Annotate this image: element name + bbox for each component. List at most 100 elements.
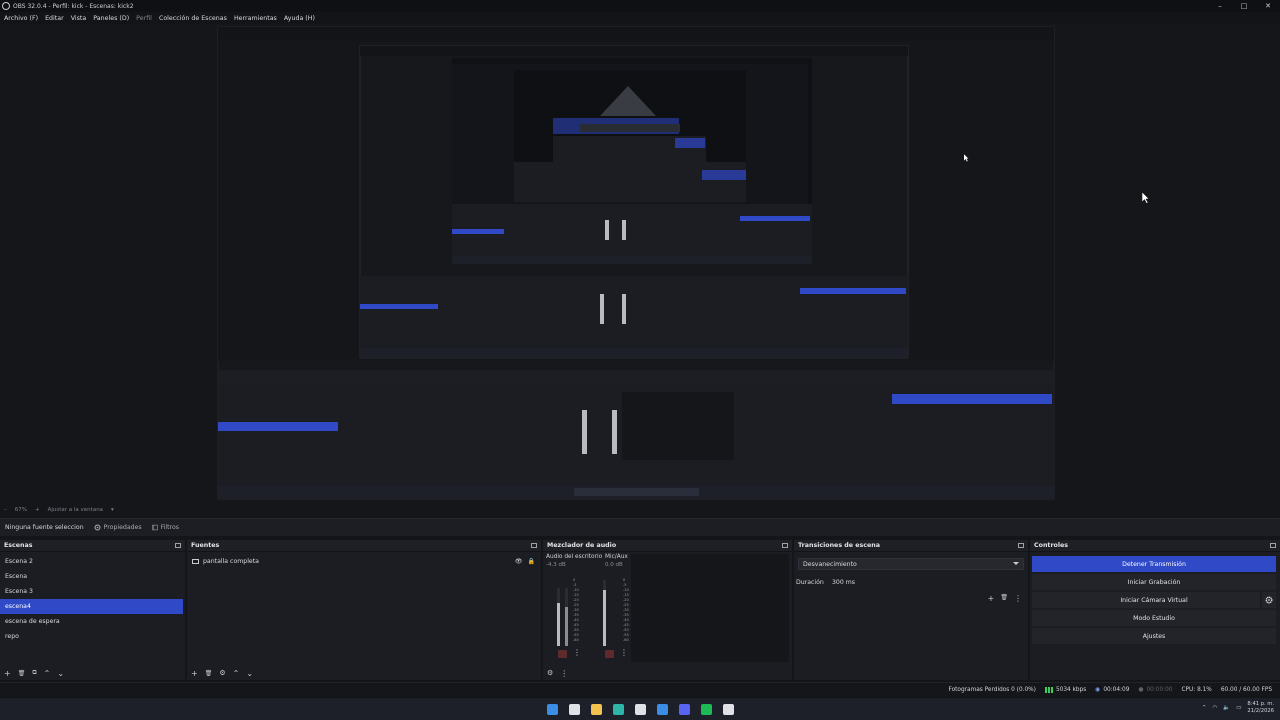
advanced-audio-button[interactable]: ⚙ [547,669,553,677]
wifi-icon[interactable]: ◠ [1213,705,1218,711]
fit-window-dropdown[interactable]: Ajustar a la ventana [48,507,103,513]
mute-mic-icon[interactable] [605,650,614,658]
source-item[interactable]: pantalla completa 👁 🔒 [187,554,541,569]
store-icon[interactable] [632,701,648,717]
remove-transition-button[interactable]: 🗑 [1000,594,1008,603]
taskbar-clock[interactable]: 8:41 p. m. 21/2/2026 [1247,701,1274,715]
stop-streaming-button[interactable]: Detener Transmisión [1032,556,1276,572]
spotify-icon[interactable] [698,701,714,717]
menu-docks[interactable]: Paneles (D) [93,15,129,22]
lock-icon[interactable]: 🔒 [528,558,535,565]
mixer-title: Mezclador de audio [547,542,617,549]
preview-canvas[interactable] [0,24,1280,504]
transition-menu-button[interactable]: ⋮ [1014,594,1022,603]
mixer-menu-button[interactable]: ⋮ [560,669,568,678]
channel-name: Audio del escritorio [546,554,603,560]
add-source-button[interactable]: + [191,669,198,678]
menu-scene-collection[interactable]: Colección de Escenas [159,15,227,22]
settings-button[interactable]: Ajustes [1032,628,1276,644]
scene-item[interactable]: escena de espera [0,614,185,629]
mail-icon[interactable] [654,701,670,717]
monitor-icon [192,559,199,564]
move-down-button[interactable]: ⌄ [57,669,64,678]
duration-spinbox[interactable]: 300 ms [830,576,1024,588]
menu-view[interactable]: Vista [71,15,87,22]
undock-icon[interactable] [1270,543,1276,548]
db-tick-label: -60 [623,638,629,642]
chevron-down-icon [1013,562,1019,565]
scene-item[interactable]: Escena 3 [0,584,185,599]
chevron-down-icon[interactable]: ▾ [111,507,114,513]
battery-icon[interactable]: ▭ [1236,705,1241,711]
obs-icon[interactable] [720,701,736,717]
channel-menu-icon[interactable]: ⋮ [573,648,581,657]
zoom-level: 67% [14,507,27,513]
controls-dock: Controles Detener Transmisión Iniciar Gr… [1030,540,1280,680]
source-properties-button[interactable]: ⚙ [219,669,225,677]
scene-item[interactable]: Escena [0,569,185,584]
studio-mode-button[interactable]: Modo Estudio [1032,610,1276,626]
start-virtual-camera-button[interactable]: Iniciar Cámara Virtual [1120,597,1187,604]
maximize-button[interactable]: □ [1232,0,1256,12]
minimize-button[interactable]: – [1208,0,1232,12]
scene-item-selected[interactable]: escena4 [0,599,183,614]
discord-glyph [678,703,690,715]
title-bar: OBS 32.0.4 - Perfil: kick - Escenas: kic… [0,0,1280,12]
scene-filters-button[interactable]: ⧉ [32,669,36,677]
volume-icon[interactable]: 🔈 [1223,705,1230,711]
edge-icon[interactable] [610,701,626,717]
properties-button[interactable]: Propiedades [94,524,142,531]
start-recording-button[interactable]: Iniciar Grabación [1032,574,1276,590]
move-up-button[interactable]: ⌃ [233,669,240,678]
undock-icon[interactable] [175,543,181,548]
close-button[interactable]: ✕ [1256,0,1280,12]
menu-tools[interactable]: Herramientas [234,15,277,22]
volume-fader-mic[interactable] [603,589,606,646]
visibility-eye-icon[interactable]: 👁 [515,558,523,565]
context-bar: Ninguna fuente seleccion Propiedades Fil… [0,518,1280,536]
discord-icon[interactable] [676,701,692,717]
move-down-button[interactable]: ⌄ [246,669,253,678]
controls-dock-header: Controles [1030,540,1280,552]
mute-speaker-icon[interactable] [558,650,567,658]
channel-name: Mic/Aux [605,554,628,560]
transitions-dock-header: Transiciones de escena [794,540,1028,552]
menu-edit[interactable]: Editar [45,15,64,22]
virtual-camera-settings-button[interactable] [1260,592,1276,608]
scenes-dock-header: Escenas [0,540,185,552]
clock-time: 8:41 p. m. [1247,701,1274,707]
menu-profile[interactable]: Perfil [136,15,152,22]
transition-select[interactable]: Desvanecimiento [798,558,1024,570]
file-explorer-icon[interactable] [588,701,604,717]
duration-label: Duración [796,578,824,586]
zoom-out-button[interactable]: – [4,507,7,513]
move-up-button[interactable]: ⌃ [44,669,51,678]
windows-start-icon[interactable] [544,701,560,717]
remove-scene-button[interactable]: 🗑 [18,670,26,677]
undock-icon[interactable] [782,543,788,548]
remove-source-button[interactable]: 🗑 [205,670,213,677]
duration-row: Duración 300 ms [794,576,1024,588]
zoom-in-button[interactable]: + [35,507,40,513]
scene-item[interactable]: repo [0,629,185,644]
undock-icon[interactable] [531,543,537,548]
chevron-up-icon[interactable]: ⌃ [1202,705,1207,711]
transitions-title: Transiciones de escena [798,542,880,549]
window-controls: – □ ✕ [1208,0,1280,12]
menu-file[interactable]: Archivo (F) [4,15,38,22]
undock-icon[interactable] [1018,543,1024,548]
taskbar-apps [544,701,736,717]
mixer-dock-header: Mezclador de audio [543,540,792,552]
transition-value: Desvanecimiento [803,560,857,568]
preview-zoom-bar: – 67% + Ajustar a la ventana ▾ [0,504,1280,516]
obs-logo-icon [2,2,10,10]
add-scene-button[interactable]: + [4,669,11,678]
search-icon[interactable] [566,701,582,717]
menu-help[interactable]: Ayuda (H) [284,15,315,22]
scene-item[interactable]: Escena 2 [0,554,185,569]
mixer-toolbar: ⚙ ⋮ [543,666,792,680]
filters-button[interactable]: Filtros [151,524,179,531]
channel-menu-icon[interactable]: ⋮ [620,648,628,657]
db-scale: 0 -5 -10 -15 -20 -25 -30 -35 -40 -45 -50 -55 -60 [623,578,629,643]
add-transition-button[interactable]: + [988,594,995,603]
